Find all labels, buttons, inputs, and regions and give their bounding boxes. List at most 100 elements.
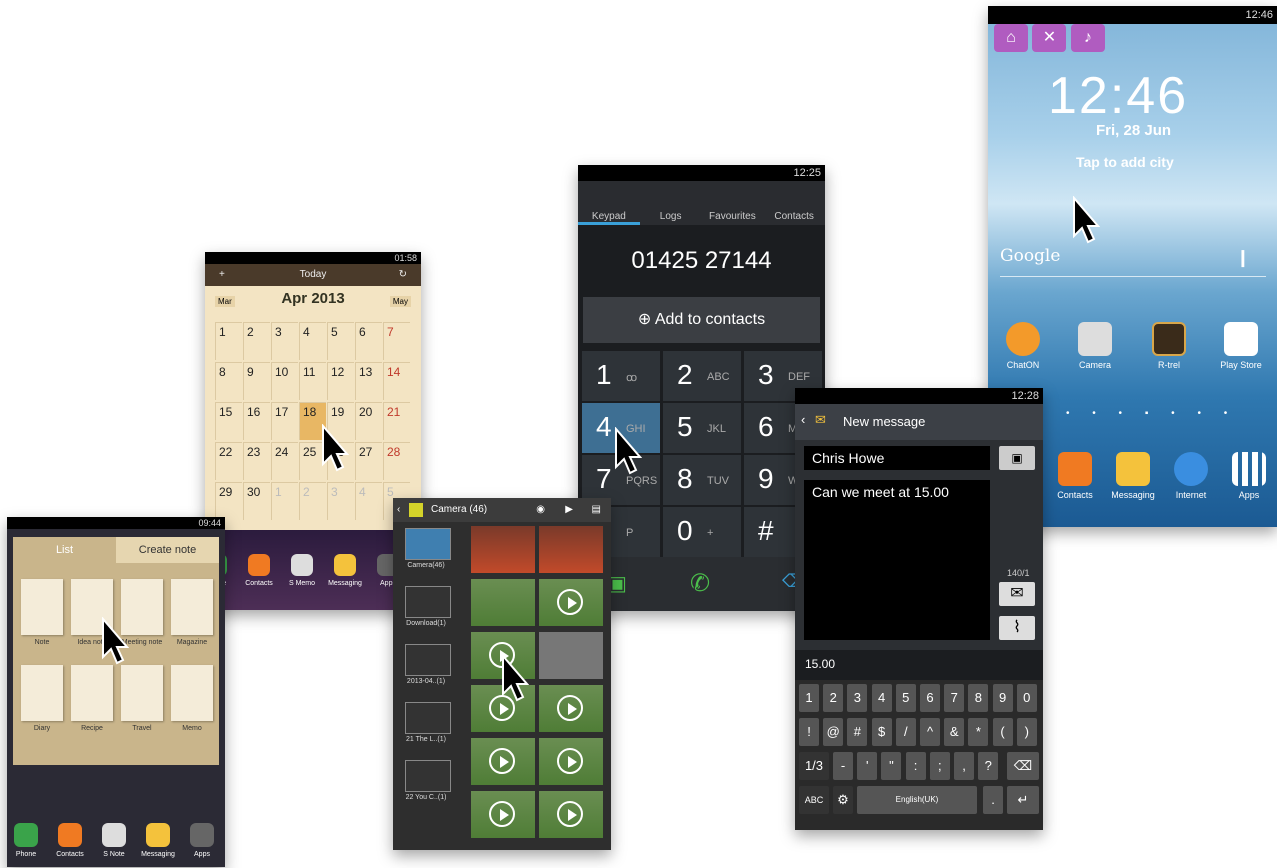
day-cell[interactable]: 12	[327, 362, 354, 400]
media-thumbnail[interactable]	[471, 738, 535, 785]
dock-app[interactable]: Contacts	[236, 554, 282, 587]
media-thumbnail[interactable]	[539, 738, 603, 785]
today-button[interactable]: Today	[300, 269, 327, 280]
send-button[interactable]: ✉	[999, 582, 1035, 606]
home-icon[interactable]: ⌂	[994, 24, 1028, 52]
template-thumbnail[interactable]	[21, 579, 63, 635]
back-icon[interactable]: ‹	[397, 498, 400, 522]
dial-key[interactable]: 0 +	[663, 507, 741, 557]
google-search-bar[interactable]: Google ❙	[1000, 246, 1266, 277]
key[interactable]: 7	[944, 684, 965, 712]
mic-icon[interactable]: ❙	[1236, 248, 1250, 268]
media-thumbnail[interactable]	[539, 791, 603, 838]
key[interactable]: ?	[978, 752, 999, 780]
album-thumbnail[interactable]	[405, 702, 451, 734]
contact-picker-button[interactable]: ▣	[999, 446, 1035, 470]
attach-button[interactable]: ⌇	[999, 616, 1035, 640]
day-cell[interactable]: 10	[271, 362, 298, 400]
tab-logs[interactable]: Logs	[640, 181, 702, 225]
app-contacts[interactable]: Contacts	[1044, 452, 1106, 500]
day-cell[interactable]: 15	[215, 402, 242, 440]
key[interactable]: 9	[992, 684, 1013, 712]
dock-app[interactable]: Apps	[179, 823, 225, 858]
key[interactable]: 3	[847, 684, 868, 712]
app-play-store[interactable]: Play Store	[1210, 322, 1272, 370]
day-cell[interactable]: 21	[383, 402, 410, 440]
key[interactable]: (	[992, 718, 1013, 746]
day-cell[interactable]: 17	[271, 402, 298, 440]
dock-app[interactable]: S Memo	[279, 554, 325, 587]
tab-list[interactable]: List	[13, 537, 116, 563]
key[interactable]: 4	[871, 684, 892, 712]
more-icon[interactable]: ▤	[592, 498, 601, 522]
add-to-contacts-button[interactable]: ⊕ Add to contacts	[583, 297, 820, 343]
key[interactable]: 2	[823, 684, 844, 712]
tab-contacts[interactable]: Contacts	[763, 181, 825, 225]
dock-app[interactable]: Phone	[7, 823, 49, 858]
template-thumbnail[interactable]	[171, 665, 213, 721]
key[interactable]: !	[799, 718, 819, 746]
media-thumbnail[interactable]	[539, 685, 603, 732]
mute-icon[interactable]: ✕	[1032, 24, 1067, 52]
day-cell[interactable]: 13	[355, 362, 382, 400]
template-thumbnail[interactable]	[121, 665, 163, 721]
day-cell[interactable]: 28	[383, 442, 410, 480]
key[interactable]: ;	[929, 752, 950, 780]
day-cell[interactable]: 1	[271, 482, 298, 520]
dial-key[interactable]: 5 JKL	[663, 403, 741, 453]
day-cell[interactable]: 5	[327, 322, 354, 360]
media-thumbnail[interactable]	[471, 526, 535, 573]
app-apps[interactable]: Apps	[1218, 452, 1277, 500]
day-cell[interactable]: 24	[271, 442, 298, 480]
day-cell[interactable]: 3	[327, 482, 354, 520]
camera-icon[interactable]: ◉	[536, 498, 545, 522]
media-thumbnail[interactable]	[471, 791, 535, 838]
message-body-field[interactable]: Can we meet at 15.00	[804, 480, 990, 640]
album-thumbnail[interactable]	[405, 586, 451, 618]
key[interactable]: &	[944, 718, 965, 746]
key[interactable]: '	[857, 752, 878, 780]
day-cell[interactable]: 2	[243, 322, 270, 360]
space-key[interactable]: English(UK)	[857, 786, 977, 814]
app-internet[interactable]: Internet	[1160, 452, 1222, 500]
media-thumbnail[interactable]	[539, 579, 603, 626]
tab-keypad[interactable]: Keypad	[578, 181, 640, 225]
media-thumbnail[interactable]	[539, 632, 603, 679]
refresh-icon[interactable]: ↻	[399, 264, 407, 286]
add-icon[interactable]: +	[219, 264, 225, 286]
key[interactable]: 0	[1016, 684, 1037, 712]
key[interactable]: 1/3	[799, 752, 829, 780]
day-cell[interactable]: 23	[243, 442, 270, 480]
template-thumbnail[interactable]	[171, 579, 213, 635]
abc-key[interactable]: ABC	[799, 786, 829, 814]
dock-app[interactable]: Messaging	[322, 554, 368, 587]
app-camera[interactable]: Camera	[1064, 322, 1126, 370]
day-cell[interactable]: 6	[355, 322, 382, 360]
day-cell[interactable]: 3	[271, 322, 298, 360]
prediction-bar[interactable]: 15.00	[795, 650, 1043, 680]
day-cell[interactable]: 9	[243, 362, 270, 400]
day-cell[interactable]: 22	[215, 442, 242, 480]
album-thumbnail[interactable]	[405, 760, 451, 792]
day-cell[interactable]: 7	[383, 322, 410, 360]
back-icon[interactable]: ‹	[801, 412, 805, 427]
key[interactable]: $	[871, 718, 892, 746]
key[interactable]: @	[823, 718, 844, 746]
day-cell[interactable]: 16	[243, 402, 270, 440]
key[interactable]: *	[968, 718, 989, 746]
dock-app[interactable]: S Note	[91, 823, 137, 858]
delete-key[interactable]: ⌫	[1007, 752, 1039, 780]
key[interactable]: /	[895, 718, 916, 746]
volume-icon[interactable]: ♪	[1070, 24, 1105, 52]
day-cell[interactable]: 29	[215, 482, 242, 520]
dock-app[interactable]: Messaging	[135, 823, 181, 858]
key[interactable]: 5	[895, 684, 916, 712]
call-icon[interactable]: ✆	[690, 569, 710, 598]
media-thumbnail[interactable]	[471, 579, 535, 626]
day-cell[interactable]: 1	[215, 322, 242, 360]
key[interactable]: -	[833, 752, 853, 780]
key[interactable]: ^	[920, 718, 940, 746]
key[interactable]: 6	[920, 684, 940, 712]
dial-key[interactable]: 1ꝏ	[582, 351, 660, 401]
template-thumbnail[interactable]	[21, 665, 63, 721]
